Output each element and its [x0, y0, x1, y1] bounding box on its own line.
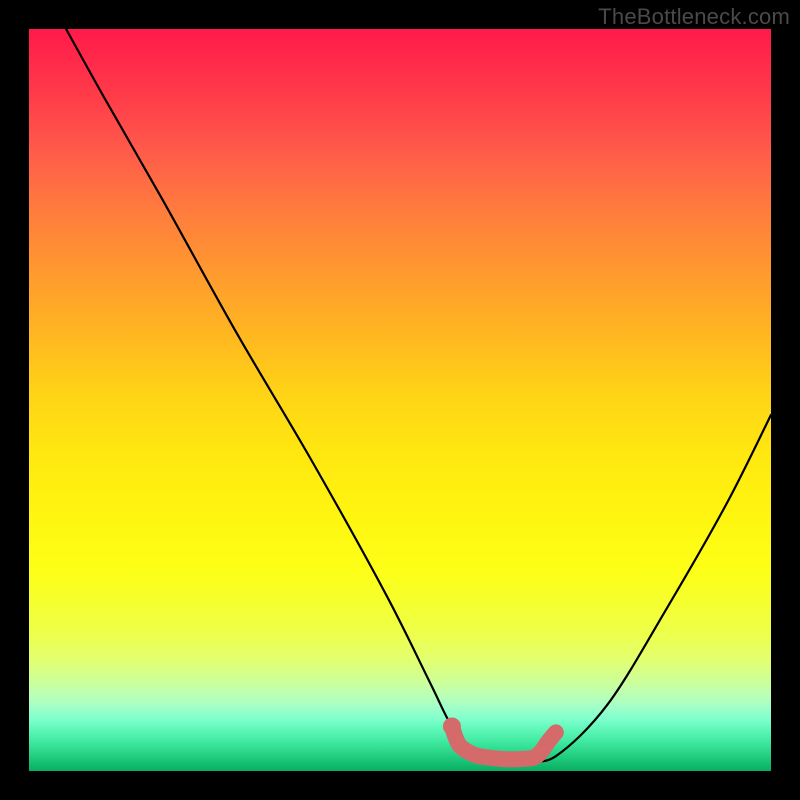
watermark-text: TheBottleneck.com — [598, 4, 790, 30]
chart-gradient-background — [29, 29, 771, 771]
chart-frame: TheBottleneck.com — [0, 0, 800, 800]
